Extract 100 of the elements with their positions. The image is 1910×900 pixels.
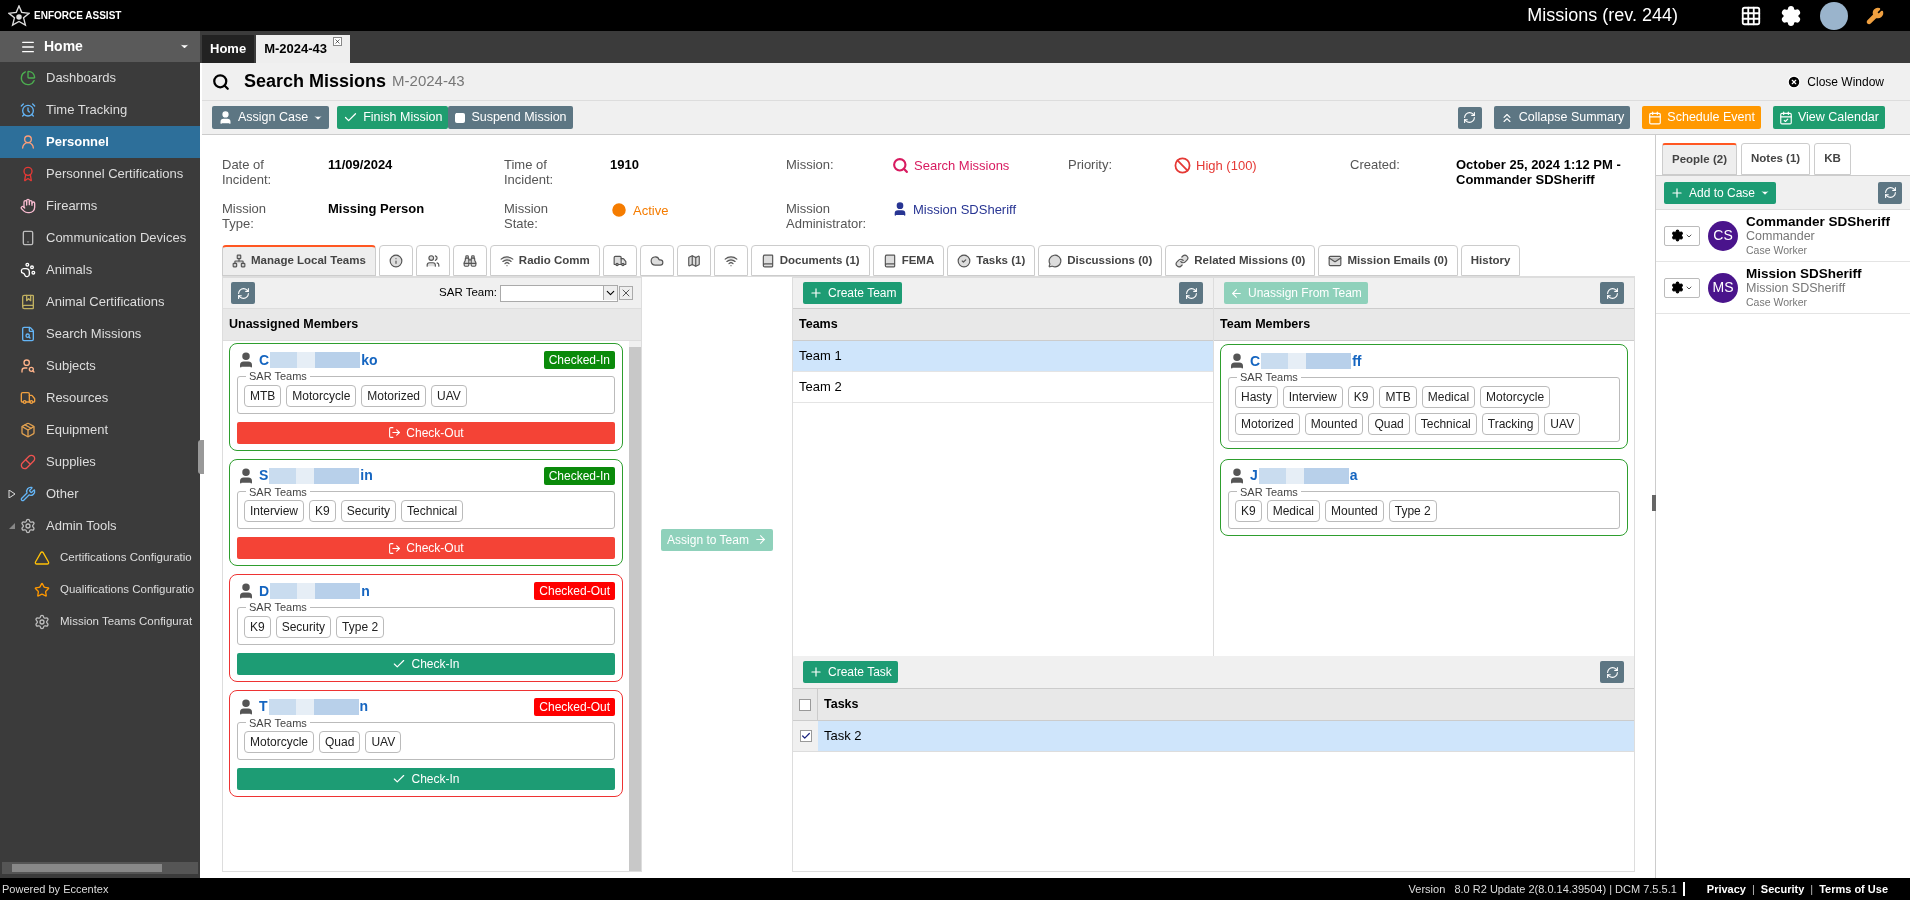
member-name[interactable]: n xyxy=(361,580,370,602)
refresh-button[interactable] xyxy=(1600,282,1624,304)
member-name[interactable]: a xyxy=(1349,465,1358,486)
tab[interactable]: FEMA xyxy=(872,245,945,276)
refresh-button[interactable] xyxy=(231,282,255,304)
tab[interactable] xyxy=(452,245,487,276)
member-card[interactable]: S in Checked-In SAR Teams Interview K9 Security Technical Check-Out xyxy=(229,458,623,566)
sidebar-item[interactable]: Equipment xyxy=(0,414,200,446)
sidebar-item[interactable]: Communication Devices xyxy=(0,222,200,254)
expand-arrow-icon[interactable] xyxy=(8,490,18,498)
tab[interactable]: People (2) xyxy=(1662,143,1737,175)
member-card[interactable]: T n Checked-Out SAR Teams Motorcycle Quad UAV Check-In xyxy=(229,689,623,797)
sidebar-item[interactable]: Personnel xyxy=(0,126,200,158)
refresh-button[interactable] xyxy=(1457,106,1482,129)
member-name[interactable]: S xyxy=(259,465,269,486)
home-menu-header[interactable]: Home xyxy=(0,31,200,62)
tab[interactable]: Documents (1) xyxy=(750,245,870,276)
member-card[interactable]: C ko Checked-In SAR Teams MTB Motorcycle Motorized UAV Check-Out xyxy=(229,343,623,451)
sidebar-item[interactable]: Time Tracking xyxy=(0,94,200,126)
task-checkbox[interactable] xyxy=(799,730,812,742)
team-tag: K9 xyxy=(309,500,336,522)
phone-icon xyxy=(20,230,36,246)
tab[interactable]: Mission Emails (0) xyxy=(1318,245,1458,276)
member-name[interactable]: ff xyxy=(1352,350,1362,372)
sidebar-item[interactable]: Resources xyxy=(0,382,200,414)
close-window-button[interactable]: Close Window xyxy=(1787,72,1884,91)
member-name[interactable]: n xyxy=(359,696,369,717)
tab[interactable] xyxy=(639,245,674,276)
sidebar-item[interactable]: Other xyxy=(0,478,200,510)
sidebar-item[interactable]: Supplies xyxy=(0,446,200,478)
close-icon[interactable] xyxy=(333,37,342,46)
sidebar-item[interactable]: Animals xyxy=(0,254,200,286)
check-out-button[interactable]: Check-Out xyxy=(237,537,615,559)
select-all-checkbox[interactable] xyxy=(799,698,811,711)
member-card[interactable]: D n Checked-Out SAR Teams K9 Security Type 2 Check-In xyxy=(229,574,623,682)
member-name[interactable]: ko xyxy=(361,349,378,371)
team-row[interactable]: Team 1 xyxy=(793,341,1213,372)
settings-dropdown-button[interactable] xyxy=(1664,277,1700,298)
member-name[interactable]: D xyxy=(259,580,270,602)
sidebar-item[interactable]: Certifications Configuratio xyxy=(0,542,200,574)
avatar[interactable] xyxy=(1820,1,1848,30)
refresh-button[interactable] xyxy=(1179,282,1203,304)
administrator-link[interactable]: Mission SDSheriff xyxy=(913,201,1017,217)
member-name[interactable]: J xyxy=(1250,465,1258,486)
sidebar-item[interactable]: Dashboards xyxy=(0,62,200,94)
column-header: Tasks xyxy=(824,696,859,714)
tab[interactable]: History xyxy=(1460,245,1521,276)
vertical-scrollbar[interactable] xyxy=(629,341,641,871)
footer-link[interactable]: Privacy xyxy=(1706,880,1746,898)
collapse-handle[interactable] xyxy=(198,440,204,474)
task-row[interactable]: Task 2 xyxy=(793,721,1634,752)
tab[interactable]: Notes (1) xyxy=(1740,143,1811,175)
mission-link[interactable]: Search Missions xyxy=(914,158,1010,173)
sidebar-item[interactable]: Subjects xyxy=(0,350,200,382)
tab[interactable] xyxy=(676,245,711,276)
tab[interactable]: Discussions (0) xyxy=(1038,245,1163,276)
member-card[interactable]: C ff SAR Teams Hasty Interview K9 MTB Medical Motorcycle Motorized Mounted Quad Technical Tracking UAV xyxy=(1220,344,1628,449)
tab[interactable] xyxy=(602,245,637,276)
person-name[interactable]: Mission SDSheriff xyxy=(1746,266,1862,281)
tab[interactable] xyxy=(713,245,748,276)
tab[interactable] xyxy=(415,245,450,276)
team-tag: Interview xyxy=(244,500,305,522)
dropdown-button[interactable]: Assign Case xyxy=(212,106,330,129)
sidebar-item[interactable]: Admin Tools xyxy=(0,510,200,542)
tab[interactable]: Tasks (1) xyxy=(947,245,1036,276)
settings-dropdown-button[interactable] xyxy=(1664,225,1700,246)
team-tag: K9 xyxy=(1235,500,1262,522)
sidebar-item[interactable]: Firearms xyxy=(0,190,200,222)
wrench-icon[interactable] xyxy=(1866,6,1884,25)
footer-link[interactable]: Terms of Use xyxy=(1819,880,1888,898)
refresh-button[interactable] xyxy=(1878,181,1902,204)
tab[interactable]: Manage Local Teams xyxy=(222,245,376,276)
sidebar-item[interactable]: Search Missions xyxy=(0,318,200,350)
member-name[interactable]: in xyxy=(360,465,373,486)
tab[interactable]: Related Missions (0) xyxy=(1165,245,1316,276)
horizontal-scrollbar[interactable] xyxy=(2,862,198,874)
footer-link[interactable]: Security xyxy=(1760,880,1805,898)
apps-grid-icon[interactable] xyxy=(1740,4,1762,27)
tab[interactable]: Radio Comm xyxy=(489,245,600,276)
tab[interactable]: KB xyxy=(1814,143,1851,175)
person-name[interactable]: Commander SDSheriff xyxy=(1746,214,1891,229)
sidebar-item[interactable]: Animal Certifications xyxy=(0,286,200,318)
member-name[interactable]: T xyxy=(259,696,268,717)
refresh-button[interactable] xyxy=(1600,661,1624,683)
member-name[interactable]: C xyxy=(1250,350,1261,372)
settings-icon[interactable] xyxy=(1780,4,1802,27)
sidebar-item[interactable]: Qualifications Configuratio xyxy=(0,574,200,606)
collapse-arrow-icon[interactable] xyxy=(8,522,18,530)
sidebar-item[interactable]: Personnel Certifications xyxy=(0,158,200,190)
member-name[interactable]: C xyxy=(259,349,270,371)
check-out-button[interactable]: Check-Out xyxy=(237,421,615,444)
document-tab[interactable]: Home xyxy=(202,35,255,63)
member-card[interactable]: J a SAR Teams K9 Medical Mounted Type 2 xyxy=(1220,458,1628,536)
tab[interactable] xyxy=(378,245,413,276)
document-tab[interactable]: M-2024-43 xyxy=(256,35,350,63)
toolbar-button[interactable]: Suspend Mission xyxy=(448,106,573,129)
clear-icon[interactable] xyxy=(619,286,633,300)
collapse-handle[interactable] xyxy=(1652,495,1656,511)
toolbar-button[interactable]: Collapse Summary xyxy=(1493,106,1631,129)
sidebar-item[interactable]: Mission Teams Configurat xyxy=(0,606,200,638)
